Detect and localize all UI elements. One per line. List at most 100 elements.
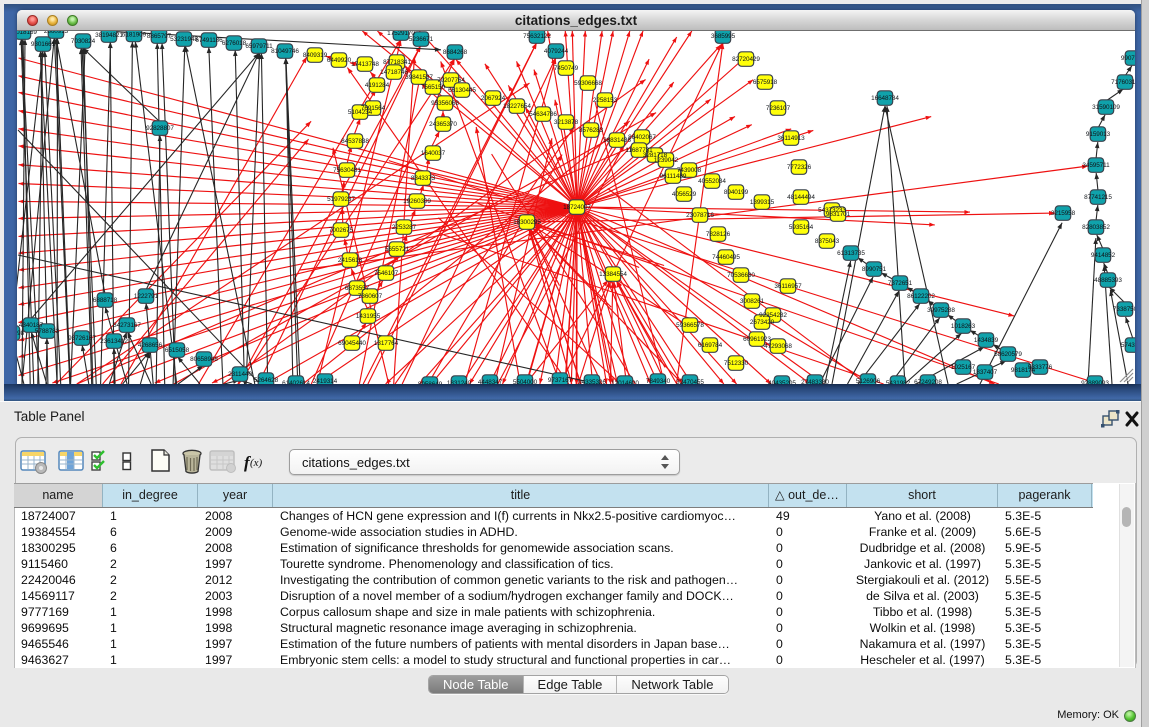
svg-text:61402614: 61402614	[282, 380, 310, 384]
svg-text:8058649: 8058649	[418, 381, 443, 384]
svg-text:67491186: 67491186	[195, 37, 223, 44]
svg-text:12014620: 12014620	[611, 380, 639, 384]
svg-text:70207764: 70207764	[437, 77, 465, 84]
svg-text:27483380: 27483380	[801, 379, 829, 384]
svg-text:7546107: 7546107	[374, 270, 399, 277]
svg-text:36018159: 36018159	[17, 31, 37, 36]
svg-text:36116957: 36116957	[774, 283, 802, 290]
svg-text:7372651: 7372651	[888, 280, 913, 287]
svg-text:75630481: 75630481	[333, 167, 361, 174]
svg-text:13384554: 13384554	[599, 271, 627, 278]
svg-text:24365370: 24365370	[429, 121, 457, 128]
svg-text:95356068: 95356068	[431, 100, 459, 107]
svg-text:54634786: 54634786	[529, 111, 557, 118]
svg-text:66130445: 66130445	[448, 87, 476, 94]
svg-text:1640037: 1640037	[421, 150, 446, 157]
svg-text:19260309: 19260309	[403, 198, 431, 205]
svg-text:5935164: 5935164	[789, 224, 814, 231]
svg-text:2673420: 2673420	[750, 319, 775, 326]
svg-text:5104234: 5104234	[348, 109, 373, 116]
svg-text:1239042: 1239042	[654, 157, 679, 164]
svg-text:93726167: 93726167	[68, 335, 96, 342]
svg-text:71760313: 71760313	[1111, 79, 1135, 86]
svg-text:34273167: 34273167	[113, 322, 141, 329]
svg-text:7565150: 7565150	[421, 84, 446, 91]
svg-text:2419314: 2419314	[313, 378, 338, 384]
svg-text:8576283: 8576283	[579, 127, 604, 134]
svg-text:74460495: 74460495	[712, 254, 740, 261]
svg-text:53231948: 53231948	[170, 36, 198, 43]
svg-text:9831701: 9831701	[826, 211, 851, 218]
svg-text:9414852: 9414852	[1091, 252, 1116, 259]
svg-text:3008261: 3008261	[740, 298, 765, 305]
svg-text:96111489: 96111489	[660, 173, 687, 180]
svg-text:38194821: 38194821	[95, 32, 123, 39]
svg-text:9737167: 9737167	[548, 377, 573, 384]
svg-text:2253287: 2253287	[392, 224, 417, 231]
svg-text:9907866: 9907866	[1121, 55, 1135, 62]
svg-text:48885393: 48885393	[1094, 277, 1122, 284]
svg-text:6449920: 6449920	[327, 57, 352, 64]
svg-text:2415618: 2415618	[338, 257, 363, 264]
svg-text:84537838: 84537838	[341, 138, 369, 145]
svg-text:5788783: 5788783	[35, 328, 60, 335]
svg-text:5431982: 5431982	[886, 380, 911, 384]
svg-text:5333776: 5333776	[1028, 364, 1053, 371]
svg-text:1431955: 1431955	[356, 313, 381, 320]
svg-text:7849340: 7849340	[646, 378, 671, 384]
svg-text:94335326: 94335326	[578, 379, 606, 384]
svg-text:6169784: 6169784	[698, 342, 723, 349]
svg-text:61313735: 61313735	[837, 250, 865, 257]
svg-text:82803852: 82803852	[1082, 224, 1110, 231]
svg-text:6515058: 6515058	[165, 347, 190, 354]
svg-text:4079244: 4079244	[544, 48, 569, 55]
svg-text:40435205: 40435205	[768, 380, 796, 384]
svg-text:70536630: 70536630	[727, 272, 755, 279]
svg-text:47293068: 47293068	[764, 343, 792, 350]
svg-text:92254282: 92254282	[759, 312, 787, 319]
svg-text:7360607: 7360607	[358, 293, 383, 300]
svg-text:36114913: 36114913	[777, 135, 805, 142]
svg-text:1399315: 1399315	[750, 199, 775, 206]
svg-text:5655721: 5655721	[385, 246, 410, 253]
svg-text:1434839: 1434839	[974, 337, 999, 344]
svg-text:2759898: 2759898	[17, 330, 25, 337]
svg-text:3215958: 3215958	[1051, 210, 1076, 217]
svg-text:34595711: 34595711	[1082, 162, 1110, 169]
svg-text:8990751: 8990751	[862, 266, 887, 273]
svg-text:67249208: 67249208	[914, 379, 942, 384]
svg-text:38831436: 38831436	[603, 137, 631, 144]
svg-text:1831240: 1831240	[447, 380, 472, 384]
svg-text:8684268: 8684268	[443, 49, 468, 56]
svg-text:9159013: 9159013	[1086, 131, 1111, 138]
svg-text:6873557: 6873557	[345, 285, 370, 292]
svg-text:75632122: 75632122	[523, 33, 551, 40]
svg-text:6888718: 6888718	[93, 297, 118, 304]
svg-text:6575918: 6575918	[753, 79, 778, 86]
svg-text:5126906: 5126906	[856, 378, 881, 384]
svg-text:7030824: 7030824	[71, 38, 96, 45]
svg-text:31590109: 31590109	[1092, 104, 1120, 111]
svg-text:51979237: 51979237	[327, 196, 355, 203]
svg-text:39841537: 39841537	[405, 74, 433, 81]
svg-text:32470455: 32470455	[676, 379, 704, 384]
svg-text:8409319: 8409319	[303, 52, 328, 59]
svg-text:5264628: 5264628	[254, 377, 279, 384]
svg-text:1018263: 1018263	[951, 323, 976, 330]
svg-text:1837407: 1837407	[973, 369, 998, 376]
svg-text:17413748: 17413748	[351, 61, 379, 68]
svg-text:92889093: 92889093	[1081, 380, 1109, 384]
svg-text:9301661: 9301661	[31, 41, 56, 48]
svg-text:87718341: 87718341	[383, 59, 411, 66]
svg-text:69045440: 69045440	[338, 340, 366, 347]
svg-text:2311440: 2311440	[228, 371, 252, 378]
svg-text:18227654: 18227654	[503, 103, 531, 110]
svg-text:6276018: 6276018	[222, 40, 247, 47]
svg-text:7772326: 7772326	[787, 164, 812, 171]
svg-text:8940199: 8940199	[724, 189, 749, 196]
svg-text:2258153: 2258153	[593, 97, 618, 104]
svg-text:7450749: 7450749	[554, 65, 579, 72]
svg-text:4191284: 4191284	[365, 82, 390, 89]
svg-text:4268656: 4268656	[138, 342, 163, 349]
svg-text:65979711: 65979711	[245, 43, 273, 50]
